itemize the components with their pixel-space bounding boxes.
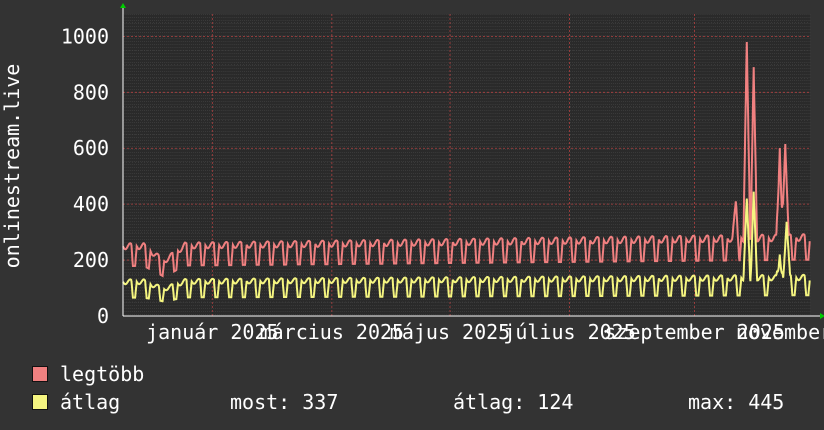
stat-max: max: 445 bbox=[688, 390, 785, 414]
x-axis-arrow bbox=[820, 313, 824, 319]
legend-label-avg: átlag bbox=[60, 390, 121, 414]
y-tick-label: 200 bbox=[73, 248, 109, 272]
legend-swatch-avg bbox=[32, 394, 48, 410]
legend-item-avg: átlag bbox=[32, 390, 120, 414]
y-axis-arrow bbox=[120, 3, 126, 8]
y-tick-label: 600 bbox=[73, 136, 109, 160]
legend-label-max: legtöbb bbox=[60, 362, 145, 386]
legend-item-max: legtöbb bbox=[32, 362, 144, 386]
y-axis-label: onlinestream.live bbox=[0, 64, 24, 269]
x-tick-label: november 2025 bbox=[736, 320, 824, 344]
stat-now: most: 337 bbox=[230, 390, 339, 414]
y-tick-label: 800 bbox=[73, 80, 109, 104]
legend-swatch-max bbox=[32, 366, 48, 382]
y-tick-label: 0 bbox=[97, 304, 109, 328]
y-tick-label: 1000 bbox=[61, 24, 109, 48]
chart-area: 02004006008001000január 2025március 2025… bbox=[0, 3, 824, 344]
stat-average: átlag: 124 bbox=[453, 390, 574, 414]
x-tick-label: május 2025 bbox=[390, 320, 510, 344]
x-tick-label: március 2025 bbox=[260, 320, 405, 344]
y-tick-label: 400 bbox=[73, 192, 109, 216]
